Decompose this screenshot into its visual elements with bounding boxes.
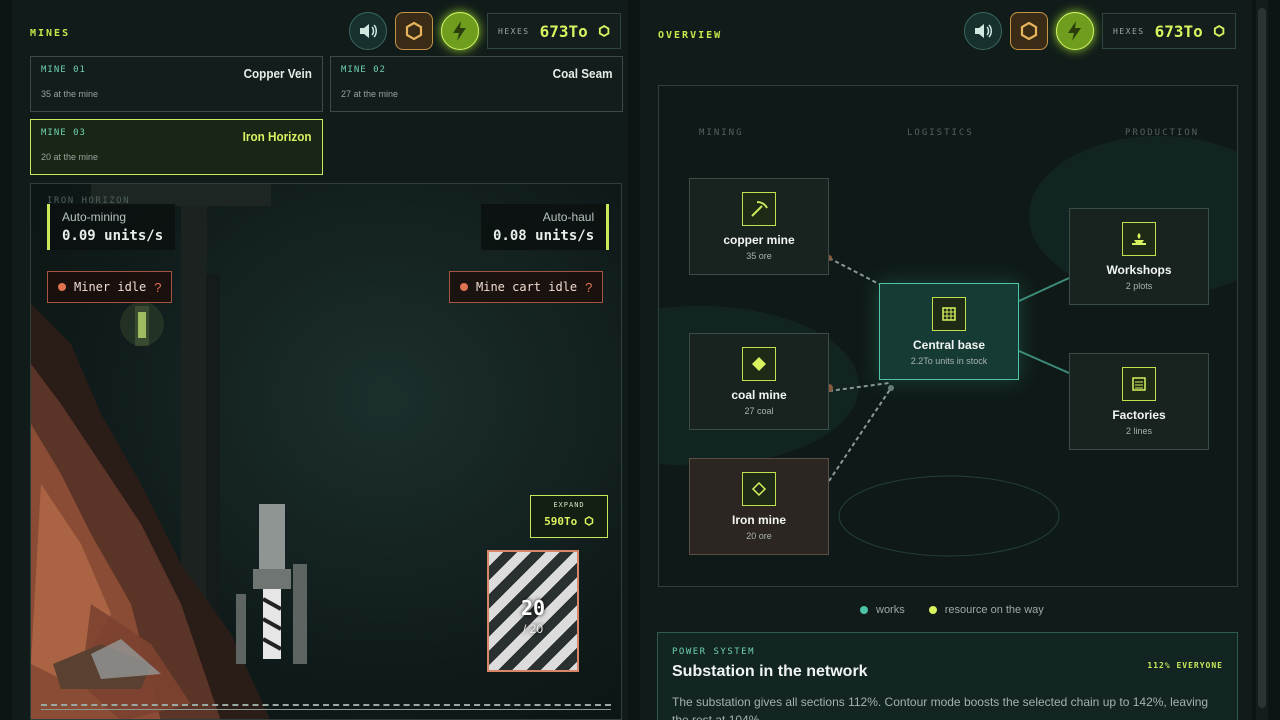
status-dot	[58, 283, 66, 291]
auto-mining-label: Auto-mining	[62, 210, 127, 224]
legend-resource: resource on the way	[928, 604, 1044, 616]
column-logistics: LOGISTICS	[907, 128, 974, 138]
power-badge: 112% EVERYONE	[1147, 661, 1223, 670]
expand-button[interactable]: EXPAND 590To	[530, 495, 608, 538]
miner-status[interactable]: Miner idle ?	[47, 271, 173, 303]
hex-button[interactable]	[1010, 12, 1048, 50]
node-name: coal mine	[731, 388, 787, 402]
node-name: Iron mine	[731, 513, 786, 527]
node-sub: 27 coal	[744, 406, 774, 416]
power-kicker: POWER SYSTEM	[672, 647, 756, 657]
mine-rail	[41, 704, 611, 710]
node-coal-mine[interactable]: coal mine 27 coal	[689, 333, 829, 430]
cart-bin[interactable]: 20 / 20	[487, 550, 579, 672]
hexes-label: HEXES	[1113, 26, 1145, 36]
power-title: Substation in the network	[672, 663, 868, 680]
miner-status-text: Miner idle	[74, 280, 147, 294]
overview-title: OVERVIEW	[658, 30, 723, 41]
auto-haul-stat: Auto-haul 0.08 units/s	[481, 204, 610, 250]
mine-card-copper[interactable]: MINE 01 Copper Vein 35 at the mine	[30, 56, 323, 112]
diamond-icon	[742, 347, 776, 381]
help-icon[interactable]: ?	[585, 280, 592, 295]
node-sub: 2 lines	[1125, 426, 1152, 436]
power-button[interactable]	[1056, 12, 1094, 50]
mine-card-iron[interactable]: MINE 03 Iron Horizon 20 at the mine	[30, 119, 323, 175]
sound-icon	[360, 24, 377, 38]
works-dot	[860, 606, 868, 614]
legend-works: works	[860, 604, 905, 616]
bolt-icon	[1068, 21, 1081, 41]
expand-cost: 590To	[544, 515, 578, 528]
anvil-icon	[1122, 222, 1156, 256]
bolt-icon	[453, 21, 466, 41]
hex-icon	[1213, 25, 1225, 37]
mine-name: Copper Vein	[243, 66, 312, 81]
cart-count: 20	[520, 596, 546, 620]
legend-works-label: works	[876, 604, 905, 616]
hex-button[interactable]	[395, 12, 433, 50]
mine-card-coal[interactable]: MINE 02 Coal Seam 27 at the mine	[330, 56, 623, 112]
sound-button[interactable]	[964, 12, 1002, 50]
mines-title: MINES	[30, 28, 71, 39]
left-topbar: HEXES 673To	[349, 12, 621, 50]
hex-icon	[598, 25, 610, 37]
column-production: PRODUCTION	[1125, 128, 1200, 138]
diamond-outline-icon	[742, 472, 776, 506]
expand-value: 590To	[531, 515, 607, 528]
node-iron-mine[interactable]: Iron mine 20 ore	[689, 458, 829, 555]
node-sub: 2 plots	[1125, 281, 1153, 291]
grid-icon	[932, 297, 966, 331]
cart-capacity: / 20	[522, 622, 543, 636]
node-factories[interactable]: Factories 2 lines	[1069, 353, 1209, 450]
scrollbar-thumb[interactable]	[1258, 8, 1266, 708]
hex-icon	[1020, 21, 1038, 41]
legend-resource-label: resource on the way	[944, 604, 1044, 616]
cart-status-text: Mine cart idle	[476, 280, 578, 294]
help-icon[interactable]: ?	[154, 280, 161, 295]
graph-legend: works resource on the way	[860, 604, 1044, 616]
status-dot	[460, 283, 468, 291]
power-button[interactable]	[441, 12, 479, 50]
hexes-value: 673To	[1154, 21, 1203, 41]
column-mining: MINING	[699, 128, 744, 138]
node-name: Workshops	[1106, 263, 1172, 277]
node-sub: 20 ore	[746, 531, 772, 541]
mine-stock: 20 at the mine	[41, 152, 99, 162]
pickaxe-icon	[742, 192, 776, 226]
auto-haul-value: 0.08 units/s	[493, 228, 595, 244]
overview-graph: MINING LOGISTICS PRODUCTION copper mine …	[658, 85, 1238, 587]
mine-name: Iron Horizon	[243, 129, 312, 144]
node-name: Factories	[1112, 408, 1166, 422]
mine-stock: 27 at the mine	[341, 89, 399, 99]
node-copper-mine[interactable]: copper mine 35 ore	[689, 178, 829, 275]
power-description: The substation gives all sections 112%. …	[672, 695, 1209, 720]
hex-icon	[584, 516, 594, 526]
node-sub: 35 ore	[746, 251, 772, 261]
hexes-label: HEXES	[498, 26, 530, 36]
expand-label: EXPAND	[553, 501, 585, 509]
hex-icon	[405, 21, 423, 41]
node-workshops[interactable]: Workshops 2 plots	[1069, 208, 1209, 305]
power-system-card: POWER SYSTEM Substation in the network 1…	[657, 632, 1238, 720]
factory-icon	[1122, 367, 1156, 401]
node-name: Central base	[912, 338, 986, 352]
hexes-value: 673To	[539, 21, 588, 41]
node-sub: 2.2To units in stock	[910, 356, 988, 366]
auto-mining-stat: Auto-mining 0.09 units/s	[47, 204, 176, 250]
cart-status[interactable]: Mine cart idle ?	[449, 271, 604, 303]
auto-haul-label: Auto-haul	[542, 210, 595, 224]
right-topbar: HEXES 673To	[964, 12, 1236, 50]
sound-button[interactable]	[349, 12, 387, 50]
resource-dot	[928, 606, 937, 614]
mine-name: Coal Seam	[552, 66, 612, 81]
node-name: copper mine	[723, 233, 795, 247]
mine-stock: 35 at the mine	[41, 89, 99, 99]
hexes-counter: HEXES 673To	[1102, 13, 1236, 49]
node-central-base[interactable]: Central base 2.2To units in stock	[879, 283, 1019, 380]
mine-scene[interactable]: IRON HORIZON Auto-mining 0.09 units/s Au…	[30, 183, 622, 720]
sound-icon	[975, 24, 992, 38]
auto-mining-value: 0.09 units/s	[62, 228, 164, 244]
hexes-counter: HEXES 673To	[487, 13, 621, 49]
